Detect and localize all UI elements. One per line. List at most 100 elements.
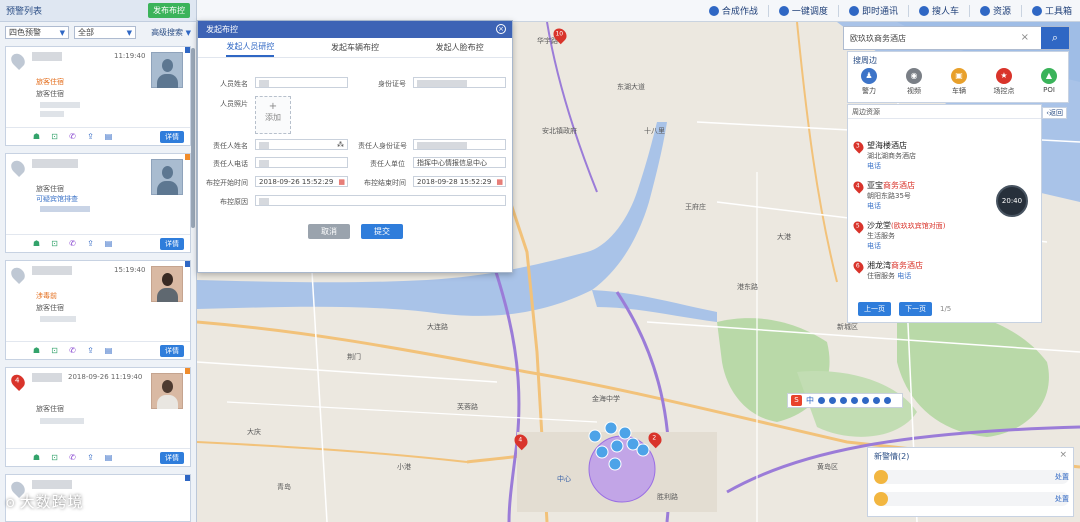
submit-button[interactable]: 提交 [361,224,403,239]
locate-icon[interactable]: ☗ [32,346,41,355]
close-icon[interactable]: × [1059,450,1067,460]
redacted-text [40,316,76,322]
responsible-id-field[interactable] [413,139,506,150]
ime-skin-icon[interactable] [873,397,880,404]
result-phone-link[interactable]: 电话 [897,272,911,280]
chat-button[interactable]: 即时通讯 [848,4,898,17]
tab-vehicle-control[interactable]: 发起车辆布控 [331,39,379,56]
report-icon[interactable]: ▤ [104,346,113,355]
tab-person-control[interactable]: 发起人员研控 [226,38,275,57]
nearby-vehicle-button[interactable]: ▣ 车辆 [944,68,974,96]
ime-settings-icon[interactable] [862,397,869,404]
ime-voice-icon[interactable] [840,397,847,404]
ime-keyboard-icon[interactable] [851,397,858,404]
prev-page-button[interactable]: 上一页 [858,302,891,316]
resources-button[interactable]: 资源 [979,4,1011,17]
result-phone: 电话 [867,161,881,171]
share-icon[interactable]: ⇪ [86,239,95,248]
locate-icon[interactable]: ☗ [32,132,41,141]
advanced-search-link[interactable]: 高级搜索 ▼ [151,27,191,38]
detail-button[interactable]: 详情 [160,130,184,143]
report-icon[interactable]: ▤ [104,453,113,462]
close-icon[interactable]: × [496,24,506,34]
map-label: 港东路 [737,283,758,291]
result-number: 5 [855,222,860,230]
result-phone-link[interactable]: 电话 [867,242,881,250]
nearby-police-button[interactable]: ♟ 警力 [854,68,884,96]
responsible-name-field[interactable]: ⁂ [255,139,348,150]
back-button[interactable]: ‹返回 [1042,107,1067,119]
police-icon: ♟ [861,68,877,84]
nearby-poi-button[interactable]: ▲ POI [1034,68,1064,94]
phone-icon[interactable]: ✆ [68,132,77,141]
responsible-phone-field[interactable] [255,157,348,168]
scan-icon[interactable]: ⊡ [50,239,59,248]
search-people-car-button[interactable]: 搜人车 [918,4,959,17]
search-button[interactable]: ⌕ [1041,27,1069,49]
person-name-field[interactable] [255,77,348,88]
result-phone: 电话 [867,201,881,211]
ime-tools-icon[interactable] [884,397,891,404]
avatar [151,52,183,88]
ime-language-toggle[interactable]: 中 [806,395,814,406]
detail-button[interactable]: 详情 [160,451,184,464]
clear-icon[interactable]: × [1021,32,1029,43]
ime-punctuation-icon[interactable] [818,397,825,404]
start-time-field[interactable]: 2018-09-26 15:52:29 ▦ [255,176,348,187]
alert-list-scrollbar[interactable] [191,48,195,228]
alert-row[interactable]: 处置 [874,492,1069,506]
alert-flag [185,261,190,267]
end-time-field[interactable]: 2018-09-28 15:52:29 ▦ [413,176,506,187]
alert-link[interactable]: 可疑宾馆排查 [36,194,78,204]
dialog-header: 发起布控 × [198,21,512,38]
detail-button[interactable]: 详情 [160,344,184,357]
calendar-icon[interactable]: ▦ [496,177,503,187]
result-pin-icon: 4 [851,179,866,194]
scan-icon[interactable]: ⊡ [50,453,59,462]
org-tree-icon[interactable]: ⁂ [337,140,344,150]
share-icon[interactable]: ⇪ [86,346,95,355]
input-method-toolbar[interactable]: S 中 [787,393,903,408]
publish-control-button[interactable]: 发布布控 [148,3,190,18]
alert-card[interactable]: 旅客住宿 可疑宾馆排查 ☗ ⊡ ✆ ⇪ ▤ 详情 [5,153,191,253]
result-phone-link[interactable]: 电话 [867,202,881,210]
alert-color-select[interactable]: 四色预警 ▼ [5,26,69,39]
calendar-icon[interactable]: ▦ [338,177,345,187]
next-page-button[interactable]: 下一页 [899,302,932,316]
scan-icon[interactable]: ⊡ [50,346,59,355]
alert-card[interactable]: 15:19:40 涉毒前 旅客住宿 ☗ ⊡ ✆ ⇪ ▤ 详情 [5,260,191,360]
phone-icon[interactable]: ✆ [68,453,77,462]
cancel-button[interactable]: 取消 [308,224,350,239]
report-icon[interactable]: ▤ [104,239,113,248]
add-photo-button[interactable]: + 添加 [255,96,291,134]
dispatch-button[interactable]: 一键调度 [778,4,828,17]
nearby-checkpoint-button[interactable]: ★ 场控点 [989,68,1019,96]
toolbox-button[interactable]: 工具箱 [1031,4,1072,17]
share-icon[interactable]: ⇪ [86,453,95,462]
responsible-unit-field[interactable]: 指挥中心情报信息中心 [413,157,506,168]
nearby-video-button[interactable]: ◉ 视频 [899,68,929,96]
locate-icon[interactable]: ☗ [32,453,41,462]
tab-face-control[interactable]: 发起人脸布控 [436,39,484,56]
combat-button[interactable]: 合成作战 [708,4,758,17]
alert-card[interactable]: 11:19:40 旅客住宿 旅客住宿 ☗ ⊡ ✆ ⇪ ▤ 详情 [5,46,191,146]
alert-card[interactable]: 4 2018-09-26 11:19:40 旅客住宿 ☗ ⊡ ✆ ⇪ ▤ 详情 [5,367,191,467]
id-number-field[interactable] [413,77,506,88]
search-input[interactable]: 欧玖玖商务酒店 [850,33,906,44]
add-photo-label: 添加 [265,113,281,122]
report-icon[interactable]: ▤ [104,132,113,141]
result-phone-link[interactable]: 电话 [867,162,881,170]
alert-row[interactable]: 处置 [874,470,1069,484]
alert-status-select[interactable]: 全部 ▼ [74,26,136,39]
phone-icon[interactable]: ✆ [68,239,77,248]
handle-link[interactable]: 处置 [1055,472,1069,482]
share-icon[interactable]: ⇪ [86,132,95,141]
phone-icon[interactable]: ✆ [68,346,77,355]
ime-emoji-icon[interactable] [829,397,836,404]
control-reason-field[interactable] [255,195,506,206]
map-label: 新城区 [837,323,858,331]
scan-icon[interactable]: ⊡ [50,132,59,141]
detail-button[interactable]: 详情 [160,237,184,250]
locate-icon[interactable]: ☗ [32,239,41,248]
handle-link[interactable]: 处置 [1055,494,1069,504]
